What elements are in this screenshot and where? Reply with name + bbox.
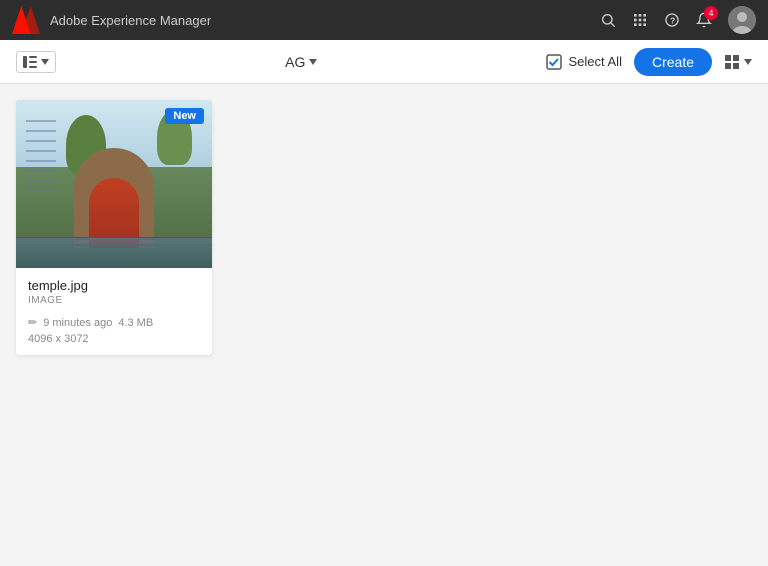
pencil-icon: ✏ — [28, 316, 37, 329]
view-toggle[interactable] — [724, 54, 752, 70]
asset-modified: 9 minutes ago — [43, 317, 112, 329]
search-button[interactable] — [600, 12, 616, 28]
asset-meta: ✏ 9 minutes ago 4.3 MB — [28, 316, 200, 329]
asset-type: IMAGE — [28, 295, 200, 306]
main-content: New temple.jpg IMAGE ✏ 9 minutes ago 4.3… — [0, 84, 768, 566]
apps-button[interactable] — [632, 12, 648, 28]
ag-label: AG — [285, 54, 305, 70]
notification-button[interactable]: 4 — [696, 12, 712, 28]
toolbar-center: AG — [64, 54, 538, 70]
avatar[interactable] — [728, 6, 756, 34]
notification-badge: 4 — [704, 6, 718, 20]
asset-dimensions: 4096 x 3072 — [28, 333, 200, 345]
asset-size: 4.3 MB — [118, 317, 153, 329]
nav-bar: Adobe Experience Manager — [0, 0, 768, 40]
asset-card[interactable]: New temple.jpg IMAGE ✏ 9 minutes ago 4.3… — [16, 100, 212, 355]
nav-icons: ? 4 — [600, 6, 756, 34]
toolbar-left — [16, 51, 56, 73]
asset-name: temple.jpg — [28, 278, 200, 293]
app-title: Adobe Experience Manager — [50, 13, 590, 28]
panel-toggle-button[interactable] — [16, 51, 56, 73]
create-button[interactable]: Create — [634, 48, 712, 76]
ag-dropdown[interactable]: AG — [285, 54, 317, 70]
asset-grid: New temple.jpg IMAGE ✏ 9 minutes ago 4.3… — [16, 100, 752, 355]
adobe-logo — [12, 6, 40, 34]
new-badge: New — [165, 108, 204, 124]
select-all-button[interactable]: Select All — [546, 54, 621, 70]
toolbar: AG Select All Create — [0, 40, 768, 84]
svg-text:?: ? — [670, 15, 675, 25]
toolbar-right: Select All Create — [546, 48, 752, 76]
select-all-label: Select All — [568, 54, 621, 69]
asset-info: temple.jpg IMAGE ✏ 9 minutes ago 4.3 MB … — [16, 268, 212, 355]
help-button[interactable]: ? — [664, 12, 680, 28]
asset-thumbnail: New — [16, 100, 212, 268]
